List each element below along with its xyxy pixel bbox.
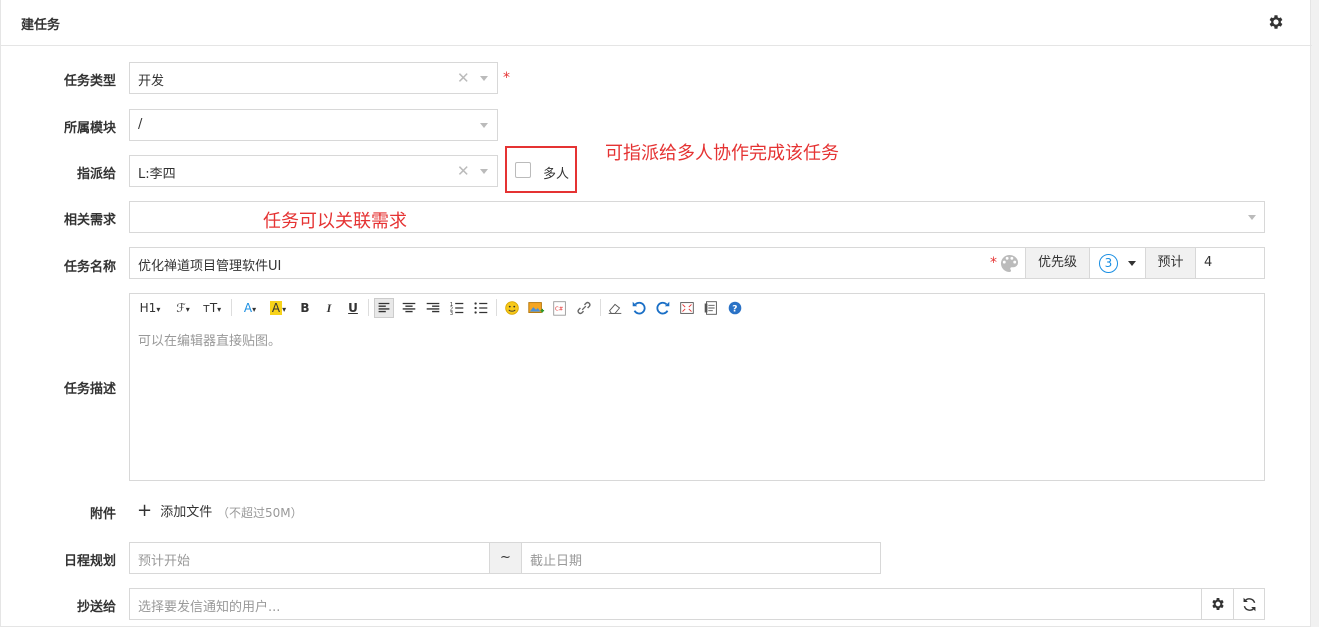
- multi-assign-checkbox[interactable]: [515, 162, 531, 178]
- align-center-icon[interactable]: [400, 298, 418, 318]
- required-mark: *: [503, 70, 510, 86]
- redo-icon[interactable]: [654, 298, 672, 318]
- font-size-button[interactable]: тT▾: [200, 298, 224, 318]
- undo-icon[interactable]: [630, 298, 648, 318]
- assign-value: L:李四: [138, 167, 176, 182]
- mailto-placeholder: 选择要发信通知的用户...: [138, 600, 281, 615]
- clear-icon[interactable]: ✕: [457, 162, 470, 180]
- gear-icon: [1212, 598, 1224, 610]
- assign-select[interactable]: L:李四 ✕: [129, 155, 498, 187]
- multi-assign-highlight: 多人: [505, 146, 577, 193]
- svg-text:?: ?: [732, 305, 737, 315]
- plus-icon: +: [137, 500, 153, 521]
- date-separator: ~: [489, 542, 522, 574]
- toolbar-divider: [600, 299, 601, 316]
- chevron-down-icon[interactable]: [480, 76, 488, 81]
- files-label: 附件: [89, 507, 116, 522]
- emoji-icon[interactable]: [503, 298, 521, 318]
- annotation-story-link: 任务可以关联需求: [263, 211, 407, 232]
- page-title: 建任务: [21, 18, 61, 33]
- add-file-button[interactable]: + 添加文件: [137, 500, 213, 521]
- back-color-label: A: [269, 301, 283, 315]
- desc-label: 任务描述: [63, 382, 116, 397]
- eraser-icon[interactable]: [606, 298, 624, 318]
- toolbar-divider: [496, 299, 497, 316]
- heading-button-label: H1: [139, 301, 157, 315]
- image-icon[interactable]: [527, 298, 545, 318]
- module-label: 所属模块: [63, 121, 116, 136]
- editor-toolbar: H1▾ ℱ▾ тT▾ A▾ A ▾ B I U 123 C# ?: [129, 293, 1265, 321]
- module-select[interactable]: /: [129, 109, 498, 141]
- file-size-hint: （不超过50M）: [217, 506, 303, 520]
- mailto-settings-button[interactable]: [1201, 588, 1234, 620]
- template-icon[interactable]: [702, 298, 720, 318]
- clear-icon[interactable]: ✕: [457, 69, 470, 87]
- fore-color-label: A: [243, 301, 253, 315]
- name-label: 任务名称: [63, 260, 116, 275]
- chevron-down-icon[interactable]: [1248, 215, 1256, 220]
- fullscreen-icon[interactable]: [678, 298, 696, 318]
- chevron-down-icon[interactable]: [480, 169, 488, 174]
- fore-color-button[interactable]: A▾: [240, 298, 260, 318]
- type-value: 开发: [138, 74, 165, 89]
- editor-placeholder: 可以在编辑器直接贴图。: [138, 334, 282, 349]
- svg-text:3: 3: [450, 311, 453, 317]
- gear-icon[interactable]: [1267, 13, 1285, 31]
- chevron-down-icon[interactable]: [1128, 261, 1136, 266]
- toolbar-divider: [368, 299, 369, 316]
- story-label: 相关需求: [63, 213, 116, 228]
- schedule-label: 日程规划: [63, 554, 116, 569]
- priority-label: 优先级: [1025, 247, 1090, 279]
- mailto-refresh-button[interactable]: [1233, 588, 1265, 620]
- font-family-label: ℱ: [176, 301, 186, 315]
- start-date-placeholder: 预计开始: [138, 554, 191, 569]
- task-name-value: 优化禅道项目管理软件UI: [138, 259, 282, 274]
- refresh-icon: [1243, 597, 1256, 612]
- help-icon[interactable]: ?: [726, 298, 744, 318]
- module-value: /: [138, 117, 143, 132]
- toolbar-divider: [231, 299, 232, 316]
- mailto-input[interactable]: 选择要发信通知的用户...: [129, 588, 1202, 620]
- end-date-placeholder: 截止日期: [530, 554, 583, 569]
- start-date-input[interactable]: 预计开始: [129, 542, 490, 574]
- italic-button[interactable]: I: [322, 298, 336, 318]
- multi-assign-label: 多人: [543, 167, 570, 182]
- create-task-panel: 建任务 任务类型 开发 ✕ * 所属模块 / 指派给 L:李四 ✕ 多人 可指派…: [0, 0, 1312, 627]
- palette-icon[interactable]: [1000, 254, 1019, 273]
- estimate-value: 4: [1204, 255, 1213, 270]
- align-left-icon[interactable]: [374, 298, 394, 318]
- align-right-icon[interactable]: [424, 298, 442, 318]
- priority-badge: 3: [1099, 254, 1118, 273]
- panel-header: 建任务: [1, 0, 1312, 46]
- code-icon[interactable]: C#: [551, 298, 569, 318]
- estimate-input[interactable]: 4: [1195, 247, 1265, 279]
- estimate-label: 预计: [1145, 247, 1196, 279]
- assign-label: 指派给: [76, 167, 116, 182]
- add-file-label: 添加文件: [160, 505, 213, 520]
- required-mark: *: [990, 255, 997, 271]
- description-editor[interactable]: 可以在编辑器直接贴图。: [129, 320, 1265, 481]
- unordered-list-icon[interactable]: [472, 298, 490, 318]
- type-label: 任务类型: [63, 74, 116, 89]
- bold-button[interactable]: B: [298, 298, 312, 318]
- mailto-label: 抄送给: [76, 600, 116, 615]
- priority-select[interactable]: 3: [1089, 247, 1146, 279]
- type-select[interactable]: 开发 ✕: [129, 62, 498, 94]
- font-size-label: тT: [202, 301, 218, 315]
- font-family-button[interactable]: ℱ▾: [172, 298, 194, 318]
- svg-text:C#: C#: [555, 307, 564, 313]
- end-date-input[interactable]: 截止日期: [521, 542, 881, 574]
- chevron-down-icon[interactable]: [480, 123, 488, 128]
- task-name-input[interactable]: 优化禅道项目管理软件UI *: [129, 247, 1026, 279]
- heading-button[interactable]: H1▾: [138, 298, 162, 318]
- underline-button[interactable]: U: [346, 298, 360, 318]
- link-icon[interactable]: [575, 298, 593, 318]
- ordered-list-icon[interactable]: 123: [448, 298, 466, 318]
- annotation-multi-assign: 可指派给多人协作完成该任务: [605, 143, 839, 164]
- back-color-button[interactable]: A ▾: [266, 298, 290, 318]
